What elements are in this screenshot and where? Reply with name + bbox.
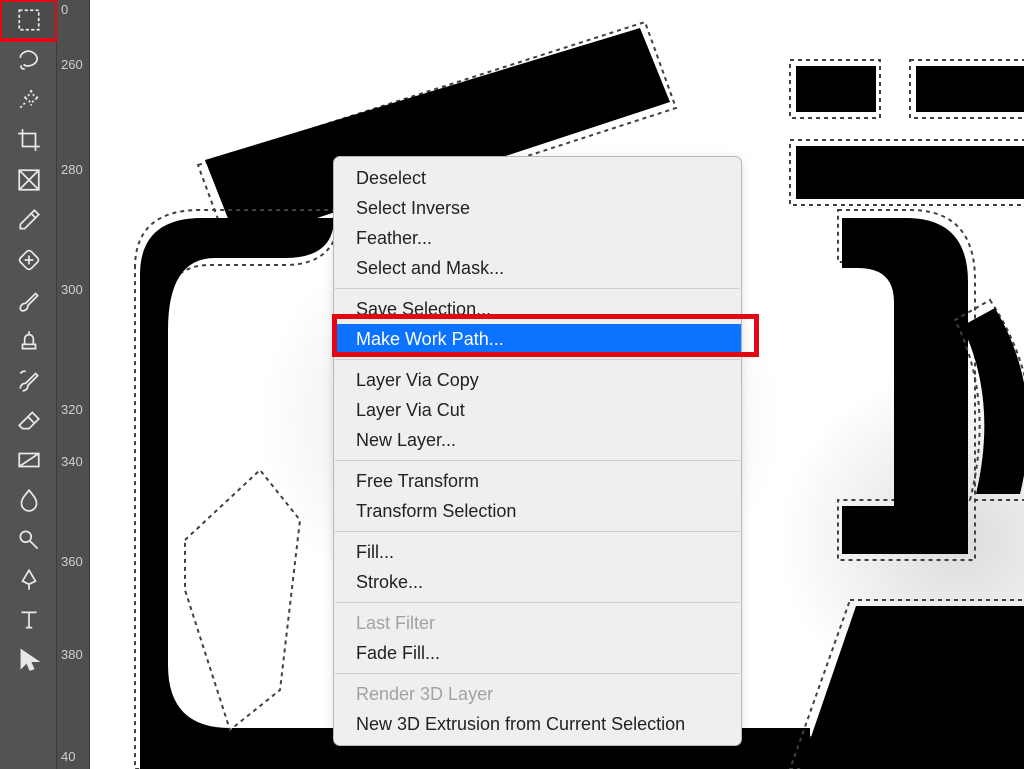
eraser-tool-icon[interactable] [0, 400, 57, 440]
menu-item-last-filter: Last Filter [334, 608, 741, 638]
ruler-label: 380 [57, 648, 90, 661]
dodge-tool-icon[interactable] [0, 520, 57, 560]
menu-item-layer-via-copy[interactable]: Layer Via Copy [334, 365, 741, 395]
context-menu: Deselect Select Inverse Feather... Selec… [333, 156, 742, 746]
vertical-ruler: 0 260 280 300 320 340 360 380 40 [57, 0, 90, 769]
menu-separator [335, 531, 740, 532]
menu-item-make-work-path[interactable]: Make Work Path... [334, 324, 741, 354]
ruler-label: 0 [57, 3, 90, 16]
menu-item-select-and-mask[interactable]: Select and Mask... [334, 253, 741, 283]
menu-separator [335, 288, 740, 289]
clone-stamp-tool-icon[interactable] [0, 320, 57, 360]
menu-item-select-inverse[interactable]: Select Inverse [334, 193, 741, 223]
blur-tool-icon[interactable] [0, 480, 57, 520]
menu-separator [335, 602, 740, 603]
ruler-label: 300 [57, 283, 90, 296]
menu-item-new-3d-extrusion[interactable]: New 3D Extrusion from Current Selection [334, 709, 741, 739]
menu-item-fill[interactable]: Fill... [334, 537, 741, 567]
eyedropper-tool-icon[interactable] [0, 200, 57, 240]
toolbar [0, 0, 57, 769]
ruler-label: 280 [57, 163, 90, 176]
healing-brush-tool-icon[interactable] [0, 240, 57, 280]
menu-item-transform-selection[interactable]: Transform Selection [334, 496, 741, 526]
history-brush-tool-icon[interactable] [0, 360, 57, 400]
marquee-tool-icon[interactable] [0, 0, 57, 40]
crop-tool-icon[interactable] [0, 120, 57, 160]
menu-item-deselect[interactable]: Deselect [334, 163, 741, 193]
gradient-tool-icon[interactable] [0, 440, 57, 480]
menu-item-feather[interactable]: Feather... [334, 223, 741, 253]
lasso-tool-icon[interactable] [0, 40, 57, 80]
brush-tool-icon[interactable] [0, 280, 57, 320]
ruler-label: 320 [57, 403, 90, 416]
ruler-label: 40 [57, 750, 90, 763]
menu-item-layer-via-cut[interactable]: Layer Via Cut [334, 395, 741, 425]
menu-item-fade-fill[interactable]: Fade Fill... [334, 638, 741, 668]
ruler-label: 340 [57, 455, 90, 468]
path-select-tool-icon[interactable] [0, 640, 57, 680]
pen-tool-icon[interactable] [0, 560, 57, 600]
menu-separator [335, 359, 740, 360]
menu-separator [335, 673, 740, 674]
type-tool-icon[interactable] [0, 600, 57, 640]
menu-item-save-selection[interactable]: Save Selection... [334, 294, 741, 324]
menu-item-free-transform[interactable]: Free Transform [334, 466, 741, 496]
menu-item-render-3d-layer: Render 3D Layer [334, 679, 741, 709]
menu-separator [335, 460, 740, 461]
menu-item-new-layer[interactable]: New Layer... [334, 425, 741, 455]
ruler-label: 260 [57, 58, 90, 71]
ruler-label: 360 [57, 555, 90, 568]
menu-item-stroke[interactable]: Stroke... [334, 567, 741, 597]
magic-wand-tool-icon[interactable] [0, 80, 57, 120]
frame-tool-icon[interactable] [0, 160, 57, 200]
